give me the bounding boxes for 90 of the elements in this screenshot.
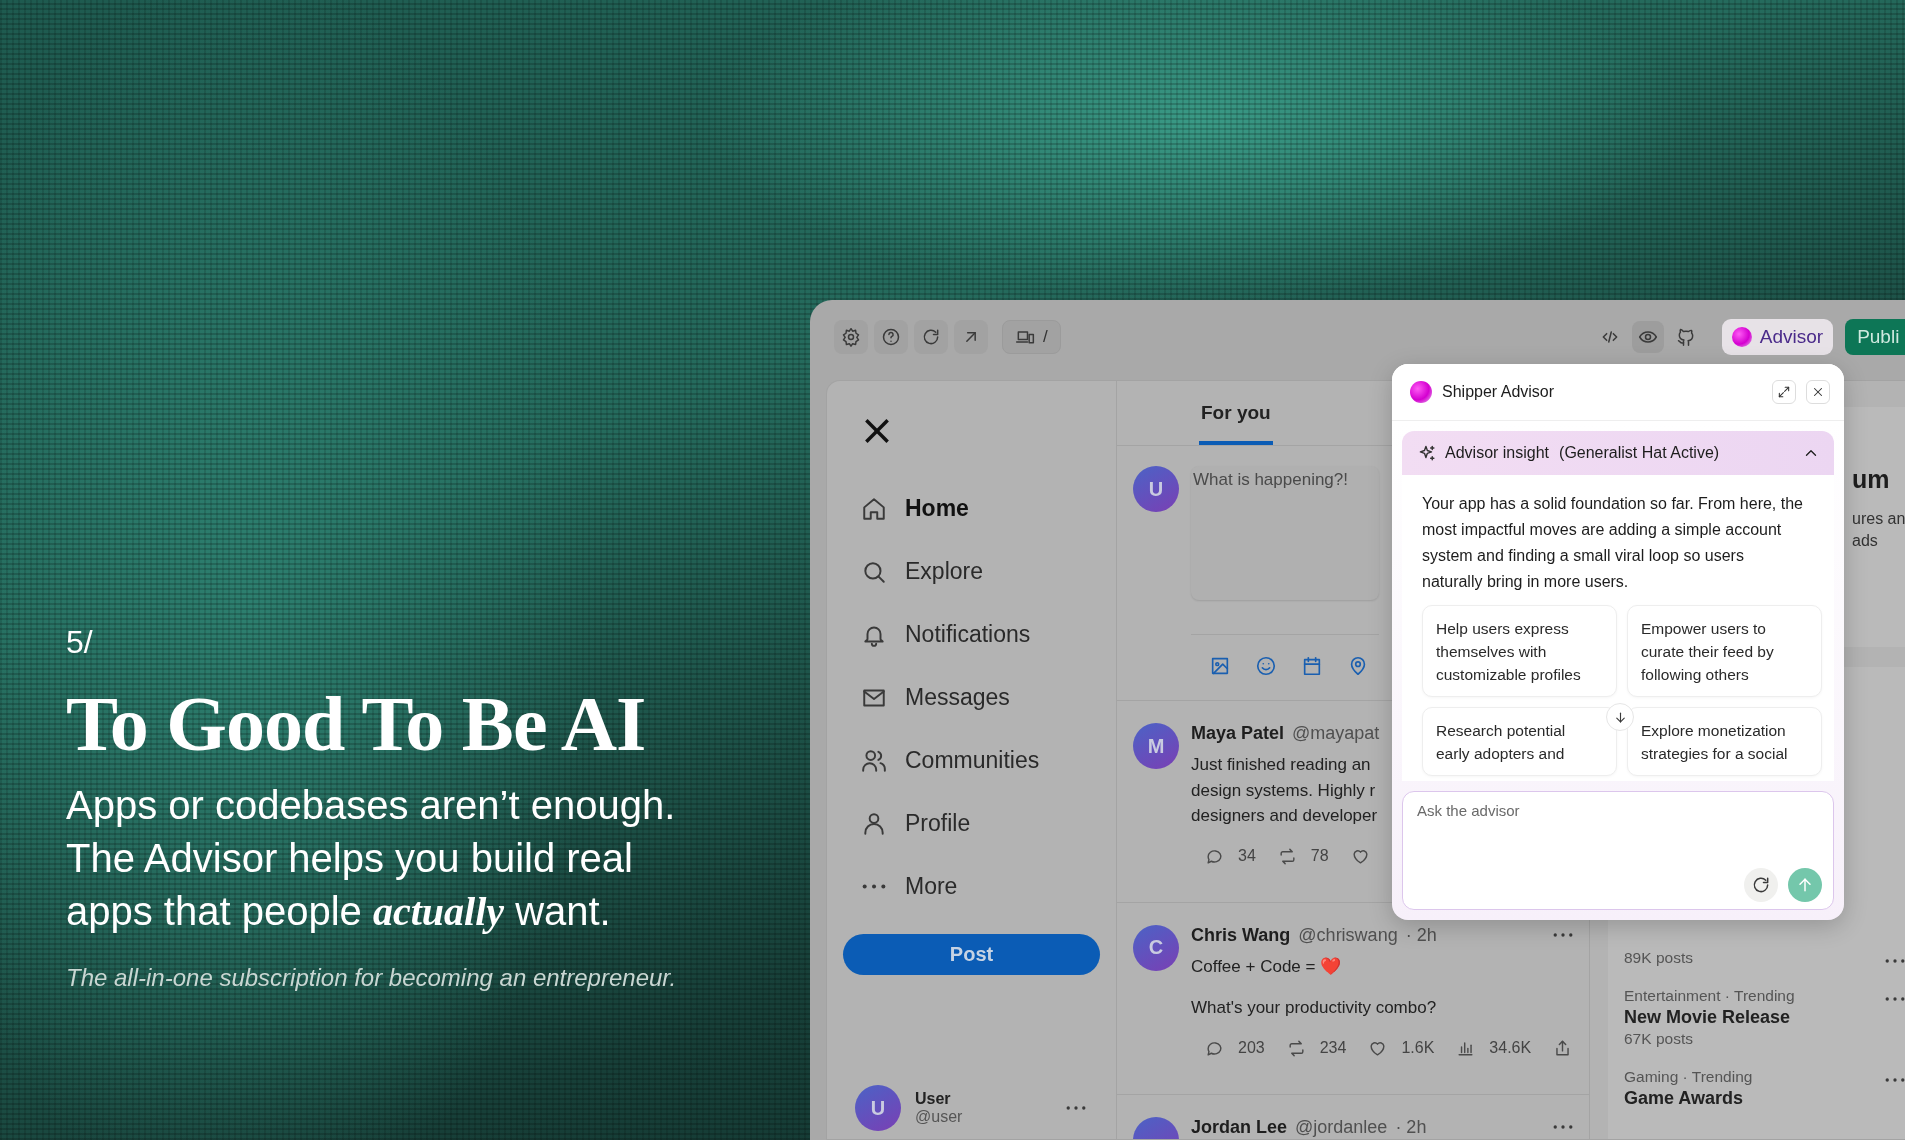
stat-count: 78 [1310, 847, 1329, 865]
panel-title: Shipper Advisor [1442, 383, 1556, 401]
post-time: · 2h [1405, 924, 1437, 946]
refresh-icon [921, 327, 941, 347]
suggestion-card[interactable]: Research potential early adopters and [1422, 707, 1617, 776]
author-name[interactable]: Maya Patel [1191, 723, 1285, 744]
post-text: Just finished reading an design systems. Highly r designers and developer [1191, 754, 1378, 827]
nav-item[interactable]: More [843, 855, 1100, 918]
avatar: U [1133, 466, 1179, 512]
stat-count: 203 [1238, 1039, 1265, 1057]
lede-text: Apps or codebases aren’t enough. The Advisor helps you build real apps that people actually want. [66, 782, 677, 936]
more-icon[interactable] [1885, 997, 1905, 1001]
settings-icon-button[interactable] [834, 320, 868, 354]
route-button[interactable]: / [1002, 320, 1061, 354]
sparkle-icon [1418, 443, 1437, 463]
author-handle: @mayapat [1292, 723, 1380, 744]
insight-header[interactable]: Advisor insight (Generalist Hat Active) [1402, 431, 1834, 475]
avatar[interactable]: M [1133, 723, 1179, 769]
nav-item[interactable]: Communities [843, 729, 1100, 792]
calendar-icon[interactable] [1301, 655, 1323, 677]
person-icon [861, 810, 887, 837]
smiley-icon[interactable] [1255, 655, 1277, 677]
trend-post-count: 67K posts [1624, 1030, 1694, 1048]
orb-icon [1410, 381, 1432, 403]
more-icon[interactable] [1553, 933, 1573, 937]
account-handle: @user [915, 1108, 964, 1126]
suggestion-card[interactable]: Empower users to curate their feed by following others [1627, 605, 1822, 697]
expand-button[interactable] [1772, 380, 1796, 404]
settings-icon [841, 327, 861, 347]
help-icon [881, 327, 901, 347]
author-name[interactable]: Chris Wang [1191, 924, 1291, 946]
step-number: 5/ [66, 624, 94, 661]
card-heading: um [1852, 465, 1891, 494]
refresh-icon-button[interactable] [914, 320, 948, 354]
nav-item[interactable]: Profile [843, 792, 1100, 855]
scroll-down-button[interactable] [1606, 703, 1634, 731]
more-icon[interactable] [1553, 1125, 1573, 1129]
publish-button[interactable]: Publi [1845, 319, 1905, 355]
insight-text: Your app has a solid foundation so far. From here, the most impactful moves are adding a simple account system and finding a small viral loop so users naturally bring in more users. [1421, 494, 1804, 592]
more-icon[interactable] [1885, 1078, 1905, 1082]
close-button[interactable] [1806, 380, 1830, 404]
trend-title[interactable]: Game Awards [1624, 1088, 1886, 1109]
stat-count: 234 [1319, 1039, 1347, 1057]
ask-field[interactable]: Ask the advisor [1402, 791, 1834, 910]
account-name: User [915, 1090, 952, 1108]
arrow-up-right-icon-button[interactable] [954, 320, 988, 354]
avatar[interactable]: C [1133, 924, 1179, 971]
trend-category: Entertainment · Trending [1624, 987, 1796, 1005]
help-icon-button[interactable] [874, 320, 908, 354]
nav-item[interactable]: Explore [843, 540, 1100, 603]
repost-icon[interactable] [1286, 1038, 1306, 1058]
repost-icon[interactable] [1277, 846, 1297, 866]
trend-post-count: 89K posts [1624, 949, 1694, 967]
expand-icon [1777, 385, 1791, 399]
card-text: ures an ads [1852, 509, 1905, 551]
feed-tab[interactable]: For you [1199, 385, 1273, 445]
author-name[interactable]: Jordan Lee [1191, 1116, 1288, 1138]
nav-item[interactable]: Home [843, 477, 1100, 540]
avatar[interactable]: U [855, 1085, 901, 1131]
post-input[interactable]: What is happening?! [1191, 466, 1379, 600]
advisor-button[interactable]: Advisor [1721, 319, 1834, 355]
insight-label: Advisor insight [1445, 444, 1550, 462]
hat-label: (Generalist Hat Active) [1559, 444, 1721, 462]
post-text: What's your productivity combo? [1191, 997, 1437, 1019]
more-icon[interactable] [1885, 959, 1905, 963]
author-handle: @jordanlee [1295, 1116, 1388, 1138]
tagline: The all-in-one subscription for becoming an entrepreneur. [66, 964, 678, 992]
nav-item[interactable]: Notifications [843, 603, 1100, 666]
stat-count: 34.6K [1489, 1039, 1532, 1057]
image-icon[interactable] [1209, 655, 1231, 677]
refresh-icon [1751, 875, 1771, 895]
home-icon [861, 495, 887, 522]
post-button[interactable]: Post [843, 934, 1100, 975]
more-icon[interactable] [1066, 1106, 1086, 1110]
suggestion-card[interactable]: Help users express themselves with customizable profiles [1422, 605, 1617, 697]
stat-count: 34 [1238, 847, 1256, 865]
suggestion-card[interactable]: Explore monetization strategies for a social [1627, 707, 1822, 776]
headline: To Good To Be AI [66, 679, 647, 769]
cat-icon [1675, 327, 1696, 347]
trend-category: Gaming · Trending [1624, 1068, 1754, 1086]
post-text: Coffee + Code = ❤ [1191, 955, 1342, 978]
nav-item[interactable]: Messages [843, 666, 1100, 729]
post-time: · 2h [1395, 1116, 1427, 1138]
stat-count: 1.6K [1401, 1039, 1435, 1057]
close-icon [1811, 385, 1825, 399]
people-icon [861, 747, 887, 774]
more-icon [862, 884, 886, 889]
trend-title[interactable]: New Movie Release [1624, 1007, 1886, 1028]
eye-icon-button[interactable] [1631, 321, 1664, 353]
author-handle: @chriswang [1298, 924, 1398, 946]
